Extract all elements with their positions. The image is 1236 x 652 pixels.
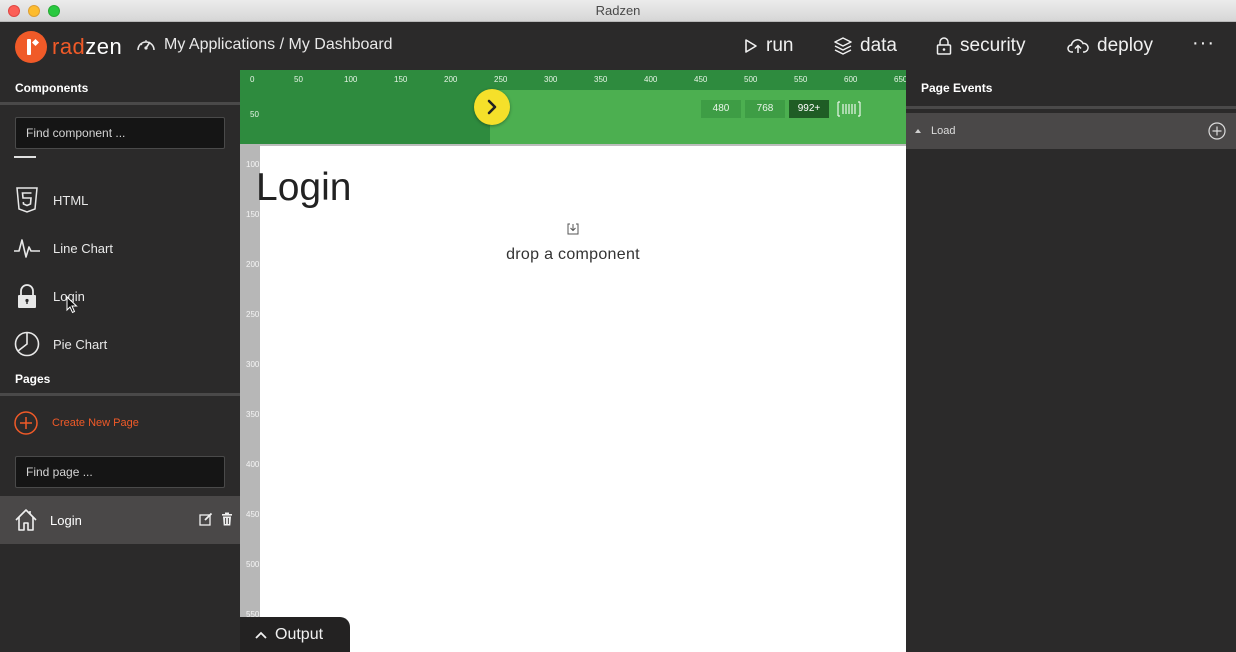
event-item-load[interactable]: Load [906, 113, 1236, 149]
find-page-input[interactable]: Find page ... [15, 456, 225, 488]
component-item-login[interactable]: Login [0, 278, 240, 314]
dashboard-gauge-icon [137, 40, 155, 51]
add-event-icon[interactable] [1208, 122, 1226, 140]
breadcrumb[interactable]: My Applications / My Dashboard [136, 36, 393, 54]
chevron-up-icon [255, 631, 267, 639]
title-bar: Radzen [0, 0, 1236, 22]
ruler-tick: 650 [894, 75, 906, 84]
ruler-tick: 500 [744, 75, 758, 84]
breakpoint-768-button[interactable]: 768 [745, 100, 785, 118]
drop-zone[interactable]: drop a component [260, 222, 886, 264]
components-header: Components [15, 81, 89, 95]
ruler-tick: 300 [544, 75, 558, 84]
page-heading[interactable]: Login [256, 166, 351, 210]
ruler-tick: 300 [246, 360, 260, 369]
drop-component-icon [567, 223, 579, 235]
ruler-tick: 50 [294, 75, 303, 84]
component-item-html[interactable]: HTML [0, 182, 240, 218]
html5-icon [13, 186, 41, 214]
home-icon [15, 509, 37, 531]
vertical-ruler-top: 50 [240, 90, 260, 144]
ruler-tick: 400 [644, 75, 658, 84]
window-title: Radzen [595, 3, 641, 18]
caret-up-icon[interactable] [915, 129, 921, 133]
design-canvas[interactable]: 0 50 100 150 200 250 300 350 400 450 500 550 600 650 … [240, 70, 906, 652]
partial-component-icon [14, 156, 36, 158]
layers-icon [834, 37, 852, 55]
top-navigation: radzen My Applications / My Dashboard ru… [0, 22, 1236, 70]
breakpoint-992-button[interactable]: 992+ [789, 100, 829, 118]
ruler-tick: 350 [246, 410, 260, 419]
add-circle-icon [14, 411, 38, 435]
delete-page-icon[interactable] [221, 512, 233, 526]
logo-text: radzen [52, 34, 123, 59]
right-panel: Page Events Load [906, 70, 1236, 652]
components-divider [0, 102, 240, 105]
lock-icon [13, 282, 41, 310]
mouse-cursor-icon [66, 296, 78, 314]
breakpoint-bar: 480 768 992+ [260, 90, 906, 144]
left-panel: Components Find component ... HTML Line … [0, 70, 240, 652]
ruler-tick: 200 [246, 260, 260, 269]
page-events-header: Page Events [921, 81, 993, 95]
page-item-login[interactable]: Login [0, 496, 240, 544]
ruler-tick: 600 [844, 75, 858, 84]
component-item-pie-chart[interactable]: Pie Chart [0, 326, 240, 362]
ruler-tick: 100 [344, 75, 358, 84]
ruler-tick: 250 [246, 310, 260, 319]
lock-icon [936, 37, 952, 55]
ruler-tick: 250 [494, 75, 508, 84]
edit-page-icon[interactable] [199, 512, 213, 526]
component-list[interactable]: HTML Line Chart Login Pie Chart [0, 156, 240, 366]
create-new-page-button[interactable]: Create New Page [14, 411, 139, 435]
app-window: Radzen radzen My Applications / My Dashb… [0, 0, 1236, 652]
page-events-divider [906, 106, 1236, 109]
ruler-tick: 350 [594, 75, 608, 84]
pie-chart-icon [13, 330, 41, 358]
ruler-tick: 500 [246, 560, 260, 569]
find-component-input[interactable]: Find component ... [15, 117, 225, 149]
ruler-tick: 400 [246, 460, 260, 469]
breakpoint-480-button[interactable]: 480 [701, 100, 741, 118]
ruler-tick: 550 [794, 75, 808, 84]
output-panel-tab[interactable]: Output [240, 617, 350, 652]
radzen-logo-icon [15, 31, 47, 63]
column-grid-icon[interactable] [837, 101, 861, 117]
pages-header: Pages [15, 372, 51, 386]
ruler-tick: 200 [444, 75, 458, 84]
pages-divider [0, 393, 240, 396]
component-item-line-chart[interactable]: Line Chart [0, 230, 240, 266]
ruler-tick: 450 [246, 510, 260, 519]
more-menu-button[interactable]: ··· [1192, 32, 1215, 55]
ruler-tick: 0 [250, 75, 255, 84]
cloud-upload-icon [1067, 39, 1089, 53]
deploy-button[interactable]: deploy [1067, 35, 1153, 57]
page-design-surface[interactable]: Login drop a component [256, 146, 906, 652]
more-icon: ··· [1192, 32, 1215, 54]
ruler-tick: 150 [394, 75, 408, 84]
line-chart-icon [13, 234, 41, 262]
chevron-right-icon [487, 99, 497, 115]
security-button[interactable]: security [936, 35, 1025, 57]
data-button[interactable]: data [834, 35, 897, 57]
horizontal-ruler: 0 50 100 150 200 250 300 350 400 450 500 550 600 650 [240, 70, 906, 90]
toggle-panel-button[interactable] [474, 89, 510, 125]
play-icon [745, 39, 757, 53]
breakpoint-active-range [260, 90, 490, 144]
run-button[interactable]: run [744, 35, 793, 57]
ruler-tick: 450 [694, 75, 708, 84]
ruler-tick: 150 [246, 210, 260, 219]
breadcrumb-text: My Applications / My Dashboard [164, 36, 393, 53]
radzen-logo[interactable]: radzen [15, 31, 122, 63]
